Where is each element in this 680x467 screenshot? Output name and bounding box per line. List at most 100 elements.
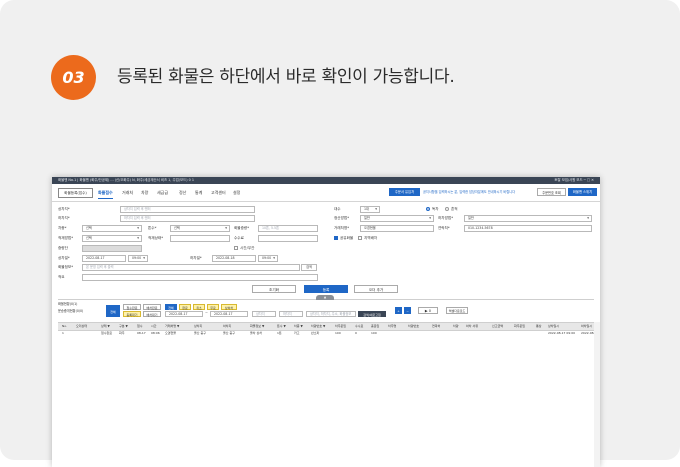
col-driver-fee: 차주운임	[335, 324, 347, 328]
cell-unload-datetime: 2022-08-	[581, 331, 595, 335]
receiver-label: 하차지*	[58, 216, 70, 220]
menu-tax[interactable]: 세금급	[157, 184, 168, 201]
cell-type: 화주	[119, 331, 125, 335]
car-type-label: 차종*	[58, 226, 67, 230]
unload-method-select[interactable]: 일반	[464, 215, 592, 222]
add-order-button[interactable]: 오더 추가	[354, 285, 398, 293]
menu-settle[interactable]: 정산	[179, 184, 186, 201]
chip-load[interactable]: 상하차	[221, 304, 237, 310]
col-type[interactable]: 구분 ▼	[119, 323, 128, 330]
app-logo[interactable]: 화물등록(접수)	[58, 188, 93, 198]
memo-input[interactable]	[82, 274, 318, 281]
menu-cargo[interactable]: 화물접수	[98, 184, 113, 201]
menu-client[interactable]: 거래처	[122, 184, 133, 201]
extra-label: 중량단	[58, 246, 68, 250]
filter-waiting[interactable]: 등록대기	[123, 311, 141, 317]
unload-time-select[interactable]: 09:00	[258, 255, 278, 262]
mixed-label: 혼적	[451, 207, 458, 211]
chip-cancel[interactable]: 취소	[193, 304, 205, 310]
menu-settings[interactable]: 설정	[233, 184, 240, 201]
table-row[interactable]: 1 접수완료 화주 08-17 08:06 오경현물 울산 중구 울산 중구 울…	[58, 330, 595, 337]
filter-accepted[interactable]: 접수완료	[123, 304, 141, 310]
cell-ton: 1톤	[277, 331, 282, 335]
unload-method-label: 하차방법*	[438, 216, 454, 220]
time-any-checkbox[interactable]	[234, 246, 238, 250]
region-dispatch-checkbox[interactable]	[358, 236, 362, 240]
search-receiver-input[interactable]: 하차지	[279, 311, 303, 317]
register-button[interactable]: 등록	[304, 285, 348, 293]
unload-date-input[interactable]: 2022-08-18	[212, 255, 256, 262]
menu-vehicle[interactable]: 차량	[141, 184, 148, 201]
search-keyword-input[interactable]: 상차지, 하차지, 주소, 화물정보	[306, 311, 356, 317]
cargo-search-button[interactable]: 검색	[301, 264, 317, 271]
date-from-input[interactable]: 2022-08-17	[165, 311, 203, 317]
order-inflow-button[interactable]: 주문서 유입처	[389, 188, 420, 196]
load-state-label: 적재상태*	[148, 236, 164, 240]
shipper-input[interactable]: 상차지 입력 후 엔터	[120, 206, 255, 213]
cargo-info-label: 화물정보*	[58, 265, 74, 269]
menu-stats[interactable]: 통계	[195, 184, 202, 201]
solo-label: 독차	[432, 207, 439, 211]
extra-input[interactable]	[82, 245, 142, 252]
cell-car: 카고	[294, 331, 300, 335]
step-description: 등록된 화물은 하단에서 바로 확인이 가능합니다.	[117, 67, 455, 87]
fee-input[interactable]	[258, 235, 318, 242]
chip-free[interactable]: 무료	[207, 304, 219, 310]
col-total: 총운임	[371, 324, 380, 328]
col-client[interactable]: 거래처명 ▼	[165, 323, 179, 330]
table-body	[58, 337, 595, 467]
solo-radio[interactable]	[426, 207, 430, 211]
unload-date-label: 하차일*	[190, 256, 202, 260]
cell-load-datetime: 2022-08-17 09:00	[548, 331, 576, 335]
cell-carno: 반소파	[311, 331, 320, 335]
search-refresh-button[interactable]: 검색/새로고침	[358, 311, 386, 317]
add-icon[interactable]: +	[395, 307, 402, 314]
col-unload-datetime: 하차일시	[581, 324, 593, 328]
chip-all[interactable]: 전체	[165, 304, 177, 310]
col-accept: 접수	[137, 324, 143, 328]
minus-icon[interactable]: −	[404, 307, 411, 314]
reset-button[interactable]: 초기화	[252, 285, 296, 293]
search-shipper-input[interactable]: 상차지	[252, 311, 276, 317]
col-cargo[interactable]: 화물정보 ▼	[250, 323, 264, 330]
col-car[interactable]: 차종 ▼	[294, 323, 303, 330]
load-date-input[interactable]: 2022-08-17	[82, 255, 126, 262]
switch-button[interactable]: 화물맨 스위치	[568, 188, 597, 196]
receiver-input[interactable]: 하차지 입력 후 엔터	[120, 215, 255, 222]
collapse-toggle-icon[interactable]: ▲	[316, 295, 334, 300]
all-filter-button[interactable]: 전체	[106, 305, 120, 317]
count-label: 대수	[334, 207, 341, 211]
filter-dispatched[interactable]: 배차완료	[143, 304, 161, 310]
col-commission: 수수료	[355, 324, 364, 328]
car-type-select[interactable]: 선택	[82, 225, 142, 232]
mixed-radio[interactable]	[445, 207, 449, 211]
chip-done[interactable]: 완료	[179, 304, 191, 310]
excel-download-button[interactable]: 엑셀다운로드	[446, 307, 468, 314]
col-status[interactable]: 상태 ▼	[101, 323, 110, 330]
cargo-info-input[interactable]: 본 운영 입력 후 출력	[82, 264, 300, 271]
cell-commission: 0	[355, 331, 357, 335]
col-ton[interactable]: 톤수 ▼	[277, 323, 286, 330]
ton-select[interactable]: 선택	[170, 225, 230, 232]
order-search-button[interactable]: 주문번호 조회	[537, 188, 566, 196]
load-method-select[interactable]: 선택	[82, 235, 142, 242]
filter-dispatch-wait[interactable]: 배차대기	[143, 311, 161, 317]
share-cargo-checkbox[interactable]	[334, 236, 338, 240]
col-carno[interactable]: 차량번호 ▼	[311, 323, 325, 330]
weight-input[interactable]: 10톤, 5.5톤	[258, 225, 318, 232]
menu-support[interactable]: 고객센터	[211, 184, 226, 201]
vertical-scrollbar[interactable]	[594, 322, 600, 467]
shipper-label: 상차지*	[58, 207, 70, 211]
load-time-select[interactable]: 09:00	[128, 255, 148, 262]
window-controls[interactable]: 토탈 모집/사원 모드 ─ □ ✕	[554, 177, 594, 184]
time-any-label: 시간/무관	[240, 246, 255, 250]
region-dispatch-label: 지역배차	[364, 236, 378, 240]
phone-input[interactable]: 010-1234-5678	[464, 225, 592, 232]
date-to-input[interactable]: 2022-08-17	[210, 311, 248, 317]
load-state-input[interactable]	[170, 235, 230, 242]
count-select[interactable]: 1대	[360, 206, 380, 213]
client-name-input[interactable]: 오경현물	[360, 225, 434, 232]
pay-method-select[interactable]: 일반	[360, 215, 434, 222]
step-badge: 03	[51, 55, 96, 100]
col-contact: 연락처	[432, 324, 441, 328]
